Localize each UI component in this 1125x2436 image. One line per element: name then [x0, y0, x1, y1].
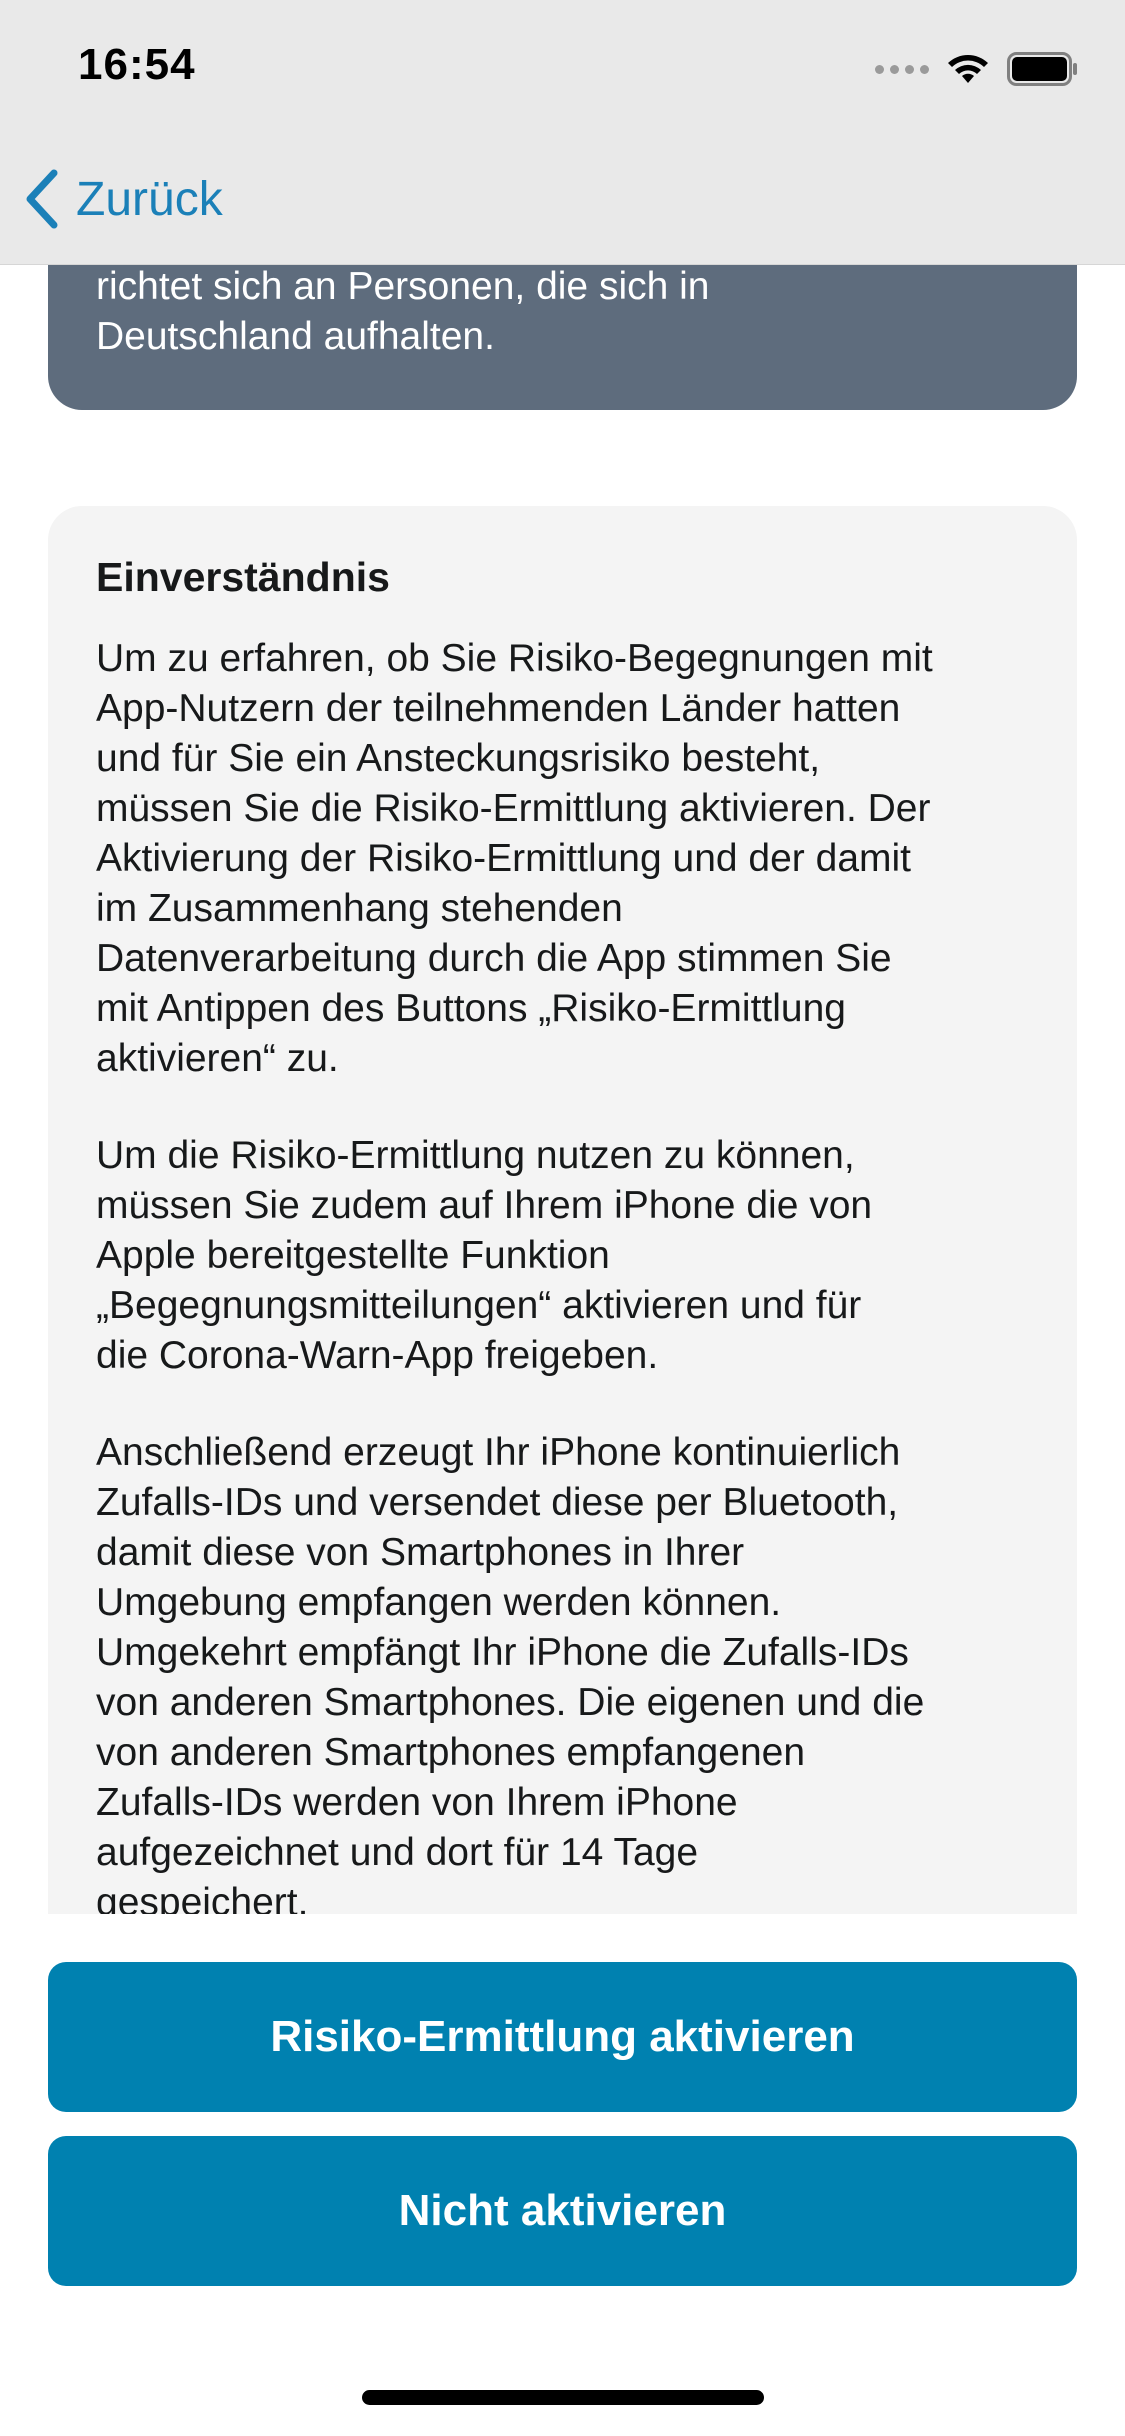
back-button[interactable]: Zurück — [24, 165, 223, 233]
cellular-signal-icon — [875, 64, 929, 74]
navigation-header: 16:54 Zurück — [0, 0, 1125, 265]
consent-paragraph: Anschließend erzeugt Ihr iPhone kontinui… — [96, 1431, 925, 1914]
consent-paragraph: Um die Risiko-Ermittlung nutzen zu könne… — [96, 1134, 873, 1377]
do-not-activate-button[interactable]: Nicht aktivieren — [48, 2136, 1077, 2286]
battery-icon — [1007, 52, 1077, 86]
screen: 16:54 Zurück richtet sich an Personen, d… — [0, 0, 1125, 2436]
activate-risk-detection-button[interactable]: Risiko-Ermittlung aktivieren — [48, 1962, 1077, 2112]
back-button-label: Zurück — [76, 172, 223, 226]
chevron-left-icon — [26, 169, 58, 229]
consent-title: Einverständnis — [96, 554, 390, 600]
info-card-text: richtet sich an Personen, die sich in De… — [96, 265, 710, 358]
status-time: 16:54 — [78, 40, 196, 89]
scroll-content[interactable]: richtet sich an Personen, die sich in De… — [0, 264, 1125, 1914]
status-icons — [875, 48, 1079, 90]
consent-paragraph: Um zu erfahren, ob Sie Risiko-Begegnunge… — [96, 637, 933, 1080]
consent-card: Einverständnis Um zu erfahren, ob Sie Ri… — [48, 506, 1077, 1914]
wifi-icon — [948, 55, 988, 83]
home-indicator[interactable] — [362, 2390, 764, 2405]
info-card: richtet sich an Personen, die sich in De… — [48, 264, 1077, 410]
action-footer: Risiko-Ermittlung aktivieren Nicht aktiv… — [0, 1914, 1125, 2436]
